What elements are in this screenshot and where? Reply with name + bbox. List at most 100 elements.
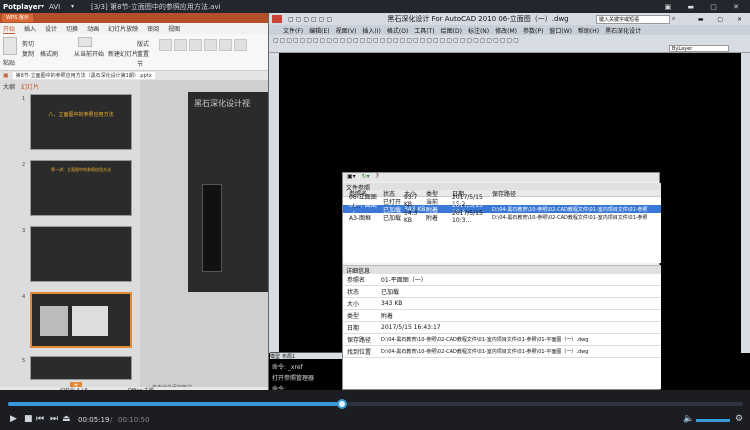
tab-document[interactable]: 第8节-立面图中的参照应用方法（黑石深化设计第1期）.pptx — [12, 72, 155, 79]
attach-dwg-icon[interactable]: ▣▾ — [347, 173, 356, 180]
play-slideshow-icon[interactable] — [78, 37, 92, 47]
underline-icon[interactable] — [189, 39, 202, 51]
slide-canvas[interactable]: 黑石深化设计视 单击此处添加备注 — [140, 80, 270, 393]
help-icon[interactable]: ? — [376, 173, 379, 180]
copy-button[interactable]: 复制 — [22, 49, 34, 58]
menu-tools[interactable]: 工具(T) — [414, 26, 434, 35]
wps-window: WPS 演示 开始 插入 设计 切换 动画 幻灯片放映 审阅 视图 粘贴 剪切 … — [0, 13, 270, 394]
paste-button[interactable]: 粘贴 — [3, 58, 15, 67]
detail-value[interactable]: D:\04-黑石教育\10-参照\02-CAD教程文件\01-室内项目文件\01… — [377, 336, 661, 343]
slide-thumbnail-panel: 大纲 幻灯片 1 八、立面图中的参照应用方法 2 第一讲：立面图中的参照应用方法… — [0, 80, 140, 393]
seek-bar[interactable] — [8, 399, 743, 409]
volume-icon[interactable]: 🔈 — [683, 414, 694, 424]
menu-draw[interactable]: 绘图(D) — [441, 26, 462, 35]
slide-thumbnail-3[interactable] — [30, 226, 132, 282]
menu-switch[interactable]: 切换 — [66, 24, 78, 33]
screenshot-image — [72, 306, 108, 336]
external-references-palette: ▣▾ ↻▾ ? 文件参照 参照名 状态 大小 类型 日期 保存路径 06-立面图… — [342, 172, 661, 390]
format-painter-button[interactable]: 格式刷 — [40, 49, 58, 58]
detail-value[interactable]: 附着 — [377, 311, 661, 320]
settings-icon[interactable]: ⚙ — [735, 414, 743, 424]
menu-animation[interactable]: 动画 — [87, 24, 99, 33]
table-row[interactable]: A3-图框 已加载 54.3 KB 附着 2017/5/15 10:3... D… — [343, 210, 661, 224]
italic-icon[interactable] — [174, 39, 187, 51]
player-logo[interactable]: Potplayer — [3, 3, 41, 11]
search-input[interactable]: 键入关键字或短语 — [596, 14, 670, 24]
bold-icon[interactable] — [159, 39, 172, 51]
tab-layout1[interactable]: 布局1 — [282, 353, 295, 360]
slide-thumbnail-1[interactable]: 八、立面图中的参照应用方法 — [30, 94, 132, 150]
menu-parameter[interactable]: 参数(P) — [523, 26, 543, 35]
menu-help[interactable]: 帮助(H) — [578, 26, 599, 35]
previous-icon[interactable]: ⏮ — [36, 414, 44, 424]
menu-heishi[interactable]: 黑石深化设计 — [605, 26, 641, 35]
window-controls[interactable]: ▬ ▢ ✕ — [698, 16, 748, 23]
detail-row: 日期 2017/5/15 16:43:17 — [343, 322, 661, 334]
file-references-list: 文件参照 参照名 状态 大小 类型 日期 保存路径 06-立面图（... 已打开… — [343, 183, 661, 263]
menu-start[interactable]: 开始 — [3, 24, 16, 34]
palette-toolbar: ▣▾ ↻▾ ? — [343, 173, 659, 182]
time-separator: / — [110, 416, 113, 424]
slide-title: 八、立面图中的参照应用方法 — [48, 112, 114, 118]
volume-slider[interactable] — [696, 419, 730, 422]
detail-row: 类型 附着 — [343, 310, 661, 322]
play-icon[interactable]: ▶ — [10, 414, 17, 424]
toolbar-icons[interactable]: ▢▢▢▢▢▢▢▢▢▢▢▢▢▢▢▢▢▢▢▢▢▢▢▢▢▢▢▢▢▢▢▢▢▢▢▢▢ — [273, 37, 520, 44]
menu-view[interactable]: 视图 — [168, 24, 180, 33]
menu-edit[interactable]: 编辑(E) — [309, 26, 329, 35]
slide-thumbnail-2[interactable]: 第一讲：立面图中的参照应用方法 — [30, 160, 132, 216]
wps-app-button[interactable]: WPS 演示 — [2, 14, 33, 22]
menu-format[interactable]: 格式(O) — [387, 26, 408, 35]
search-icon[interactable]: ⌕ — [672, 15, 675, 23]
cut-button[interactable]: 剪切 — [22, 39, 34, 48]
window-controls[interactable]: ▣ ▬ ▢ ✕ — [665, 3, 746, 11]
stop-icon[interactable]: ■ — [24, 414, 33, 424]
slide-thumbnail-5[interactable] — [30, 356, 132, 380]
menu-dimension[interactable]: 标注(N) — [468, 26, 489, 35]
tab-slides[interactable]: 幻灯片 — [21, 82, 39, 91]
font-color-icon[interactable] — [204, 39, 217, 51]
menu-insert[interactable]: 插入(I) — [362, 26, 380, 35]
layout-button[interactable]: 版式 — [137, 39, 149, 48]
refresh-icon[interactable]: ↻▾ — [362, 173, 370, 180]
slide-thumbnail-4[interactable] — [30, 292, 132, 348]
layer-dropdown[interactable]: ByLayer — [669, 45, 729, 52]
tab-outline[interactable]: 大纲 — [3, 82, 15, 91]
menu-insert[interactable]: 插入 — [24, 24, 36, 33]
list-icon[interactable] — [234, 39, 247, 51]
menu-view[interactable]: 视图(V) — [336, 26, 357, 35]
from-current-button[interactable]: 从当前开始 — [74, 49, 104, 58]
details-title: 详细信息 — [343, 266, 661, 275]
menu-review[interactable]: 审阅 — [147, 24, 159, 33]
reset-button[interactable]: 重置 — [137, 49, 149, 58]
tab-wps-home[interactable]: ▣ — [3, 72, 9, 79]
menu-window[interactable]: 窗口(W) — [549, 26, 572, 35]
seek-knob[interactable] — [337, 399, 348, 409]
next-icon[interactable]: ⏭ — [50, 414, 58, 424]
menu-slideshow[interactable]: 幻灯片放映 — [108, 24, 138, 33]
player-controls: ▶ ■ ⏮ ⏭ ⏏ 00:05:19 / 00:10:50 🔈 ⚙ — [0, 390, 750, 430]
eject-icon[interactable]: ⏏ — [62, 414, 71, 424]
chevron-down-icon[interactable]: ▾ — [41, 3, 49, 10]
tab-model[interactable]: 模型 — [270, 353, 280, 360]
slide-canvas-text: 黑石深化设计视 — [194, 99, 250, 108]
menu-modify[interactable]: 修改(M) — [495, 26, 517, 35]
modify-toolbar[interactable] — [741, 53, 750, 353]
chevron-down-icon[interactable]: ▾ — [71, 3, 91, 10]
command-line[interactable]: 模型 布局1 命令: _xref 打开参照管理器 命令: — [270, 352, 350, 393]
quick-access-toolbar[interactable]: ▢▢▢▢▢▢ — [288, 16, 368, 23]
section-button[interactable]: 节 — [137, 59, 143, 68]
menu-design[interactable]: 设计 — [45, 24, 57, 33]
details-panel: 详细信息 参照名 01-平面图（一） 状态 已加载 大小 343 KB 类型 附着 日期… — [343, 265, 661, 389]
col-path[interactable]: 保存路径 — [492, 189, 661, 198]
floating-window — [202, 184, 222, 272]
new-slide-button[interactable]: 新建幻灯片 — [108, 49, 138, 58]
paste-icon[interactable] — [3, 37, 17, 55]
format-label: AVI — [49, 2, 61, 11]
menu-file[interactable]: 文件(F) — [283, 26, 303, 35]
detail-value[interactable]: 01-平面图（一） — [377, 275, 661, 284]
draw-toolbar[interactable] — [269, 53, 279, 353]
detail-key: 参照名 — [347, 277, 366, 284]
align-icon[interactable] — [219, 39, 232, 51]
autocad-logo-icon[interactable] — [272, 15, 282, 23]
